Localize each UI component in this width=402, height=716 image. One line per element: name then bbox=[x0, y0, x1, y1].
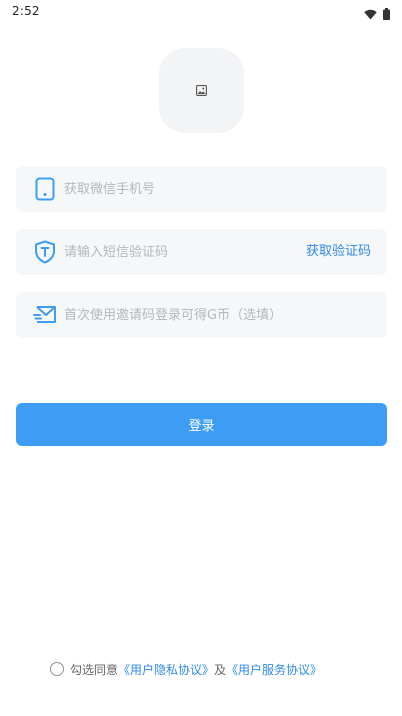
sms-code-input[interactable] bbox=[64, 229, 294, 275]
phone-icon bbox=[33, 177, 57, 201]
status-bar: 2:52 bbox=[0, 0, 402, 24]
status-icons bbox=[364, 5, 390, 24]
sms-code-field[interactable]: 获取验证码 bbox=[16, 229, 387, 275]
get-code-button[interactable]: 获取验证码 bbox=[306, 229, 371, 275]
service-agreement-link[interactable]: 《用户服务协议》 bbox=[226, 661, 322, 678]
envelope-icon bbox=[33, 303, 57, 327]
shield-t-icon bbox=[33, 240, 57, 264]
phone-field[interactable] bbox=[16, 166, 387, 212]
agreement-radio[interactable] bbox=[50, 662, 64, 676]
wifi-icon bbox=[364, 5, 377, 24]
status-time: 2:52 bbox=[12, 4, 40, 18]
agreement-row: 勾选同意 《用户隐私协议》 及 《用户服务协议》 bbox=[50, 659, 322, 679]
agreement-prefix: 勾选同意 bbox=[70, 662, 119, 677]
invite-code-input[interactable] bbox=[64, 292, 364, 338]
login-button[interactable]: 登录 bbox=[16, 403, 387, 446]
invite-code-field[interactable] bbox=[16, 292, 387, 338]
phone-input[interactable] bbox=[64, 166, 294, 212]
image-placeholder-icon bbox=[196, 81, 207, 100]
battery-icon bbox=[383, 5, 390, 24]
privacy-policy-link[interactable]: 《用户隐私协议》 bbox=[118, 661, 214, 678]
app-logo bbox=[159, 48, 244, 133]
agreement-conjunction: 及 bbox=[214, 662, 227, 677]
